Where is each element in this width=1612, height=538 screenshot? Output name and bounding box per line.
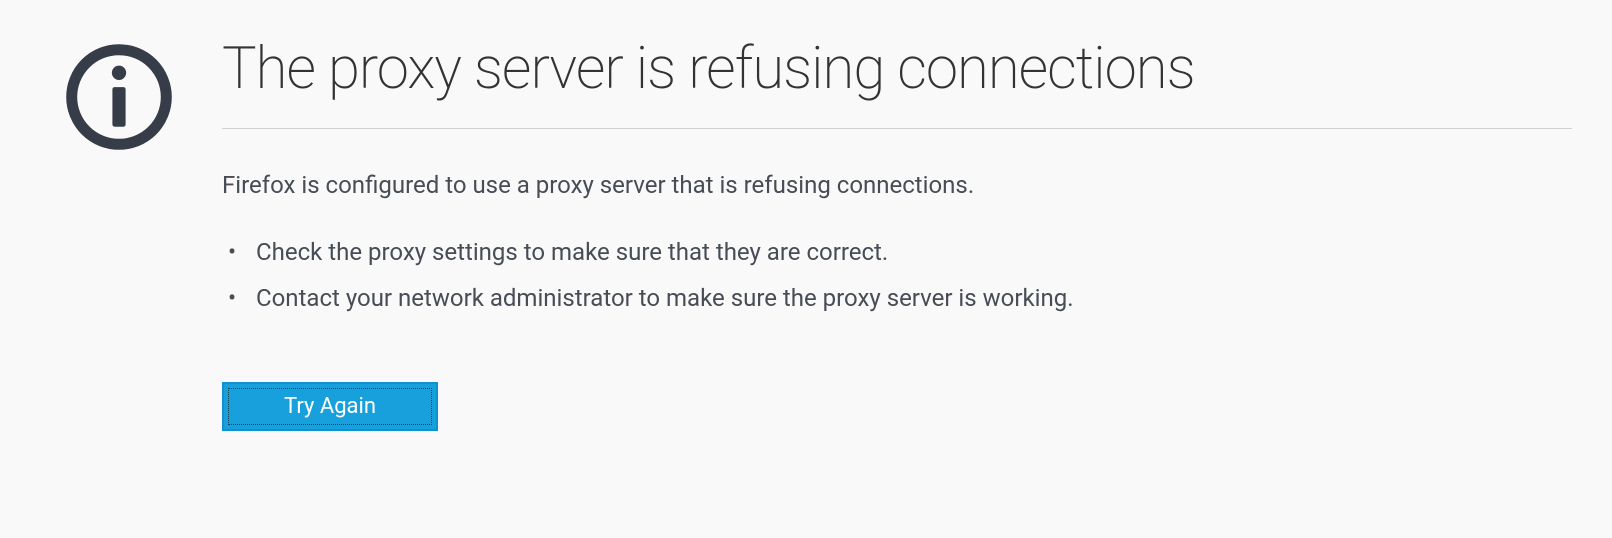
try-again-button[interactable]: Try Again	[222, 382, 438, 431]
error-suggestions: Check the proxy settings to make sure th…	[222, 230, 1572, 321]
error-content: The proxy server is refusing connections…	[222, 38, 1612, 431]
error-title: The proxy server is refusing connections	[222, 38, 1572, 129]
suggestion-item: Check the proxy settings to make sure th…	[222, 230, 1572, 276]
error-page-container: The proxy server is refusing connections…	[0, 0, 1612, 431]
error-description: Firefox is configured to use a proxy ser…	[222, 169, 1572, 203]
info-icon	[64, 42, 174, 156]
suggestion-item: Contact your network administrator to ma…	[222, 276, 1572, 322]
